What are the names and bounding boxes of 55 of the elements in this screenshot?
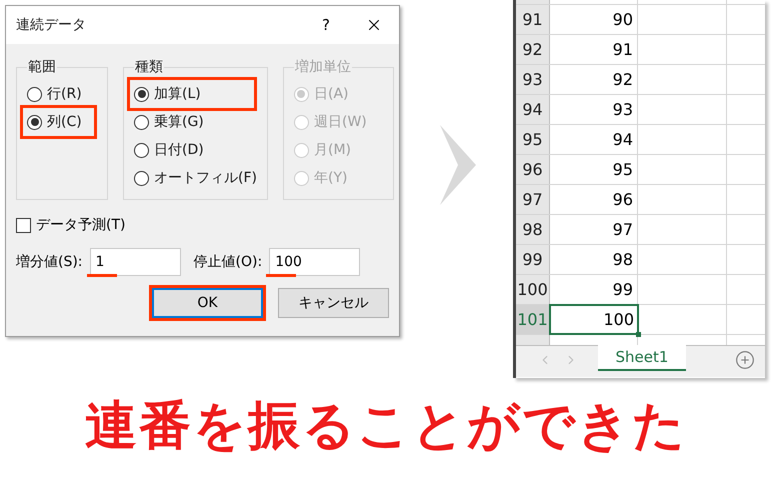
row-header[interactable]: 92 (516, 35, 550, 64)
table-cell[interactable]: 96 (550, 185, 638, 214)
input-field[interactable]: 100 (269, 248, 360, 276)
radio-label: 日(A) (314, 84, 348, 104)
field-label: 停止値(O): (194, 252, 262, 272)
radio-label: 日付(D) (154, 140, 204, 160)
radio-button[interactable] (134, 142, 149, 158)
row-header[interactable]: 93 (516, 65, 550, 94)
table-cell[interactable]: 90 (550, 5, 638, 34)
table-cell[interactable]: 94 (550, 125, 638, 154)
row-header[interactable]: 97 (516, 185, 550, 214)
table-cell[interactable]: 93 (550, 95, 638, 124)
row-header[interactable]: 101 (516, 305, 550, 334)
radio-label: オートフィル(F) (154, 168, 257, 188)
radio-button[interactable] (27, 86, 42, 102)
help-button[interactable]: ? (311, 10, 341, 40)
radio-label: 列(C) (47, 112, 82, 132)
radio-label: 月(M) (314, 140, 351, 160)
radio-label: 行(R) (47, 84, 82, 104)
table-cell[interactable]: 99 (550, 275, 638, 304)
group-label: 範囲 (27, 58, 57, 77)
sheet-tab[interactable]: Sheet1 (598, 345, 686, 371)
field-label: 増分値(S): (16, 252, 83, 272)
row-header[interactable]: 95 (516, 125, 550, 154)
table-cell[interactable]: 98 (550, 245, 638, 274)
radio-label: 年(Y) (314, 168, 348, 188)
checkbox-label: データ予測(T) (36, 216, 126, 235)
chevron-arrow-icon (440, 125, 476, 205)
row-header[interactable]: 96 (516, 155, 550, 184)
radio-label: 加算(L) (154, 84, 201, 104)
table-cell[interactable]: 95 (550, 155, 638, 184)
window-title: 連続データ (16, 16, 86, 34)
input-field[interactable]: 1 (90, 248, 181, 276)
table-cell[interactable]: 97 (550, 215, 638, 244)
row-header[interactable]: 91 (516, 5, 550, 34)
ok-button[interactable]: OK (152, 288, 263, 318)
group-label: 種類 (134, 58, 164, 77)
table-cell[interactable]: 100 (550, 305, 638, 334)
radio-button[interactable] (27, 114, 42, 130)
row-header[interactable]: 100 (516, 275, 550, 304)
group-label: 増加単位 (294, 58, 352, 77)
row-header[interactable]: 94 (516, 95, 550, 124)
checkbox[interactable] (16, 218, 31, 233)
row-header[interactable]: 98 (516, 215, 550, 244)
radio-label: 乗算(G) (154, 112, 204, 132)
cancel-button[interactable]: キャンセル (278, 288, 389, 318)
radio-button[interactable] (134, 86, 149, 102)
table-cell[interactable]: 92 (550, 65, 638, 94)
caption: 連番を振ることができた (85, 395, 687, 458)
radio-label: 週日(W) (314, 112, 367, 132)
row-header[interactable]: 99 (516, 245, 550, 274)
table-cell[interactable]: 91 (550, 35, 638, 64)
radio-button[interactable] (134, 170, 149, 186)
radio-button[interactable] (134, 114, 149, 130)
add-sheet-icon[interactable] (735, 350, 755, 370)
